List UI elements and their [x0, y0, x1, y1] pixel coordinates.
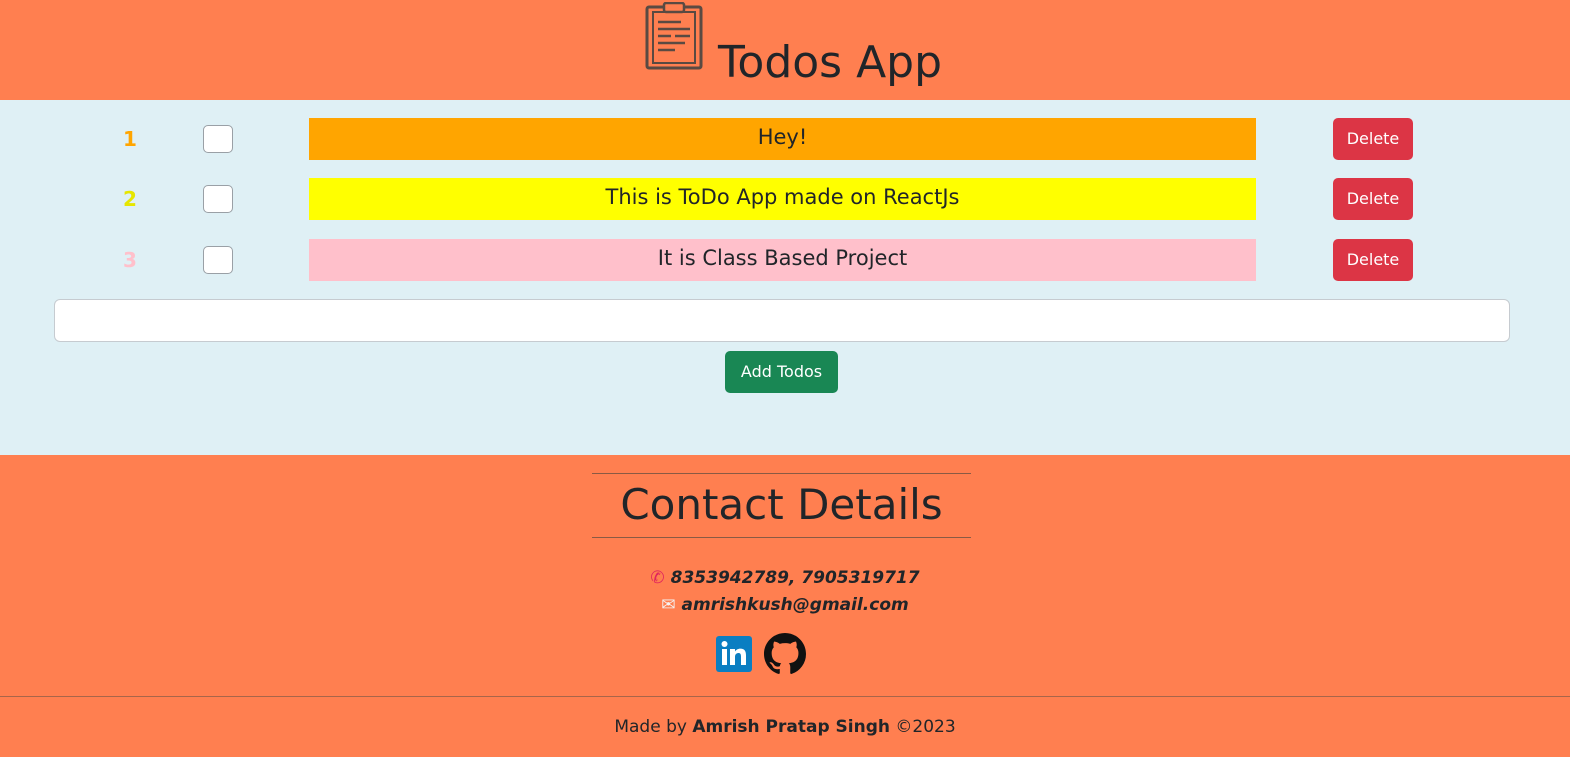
- author-name: Amrish Pratap Singh: [692, 717, 890, 737]
- delete-button[interactable]: Delete: [1333, 178, 1413, 220]
- add-todos-button[interactable]: Add Todos: [725, 351, 838, 393]
- phone-line: ✆ 8353942789, 7905319717: [0, 568, 1570, 588]
- email-address: amrishkush@gmail.com: [681, 595, 909, 615]
- footer-divider: [0, 696, 1570, 697]
- new-todo-input[interactable]: [54, 299, 1510, 342]
- phone-numbers: 8353942789, 7905319717: [670, 568, 920, 588]
- credits: Made by Amrish Pratap Singh ©2023: [0, 717, 1570, 737]
- footer: Contact Details ✆ 8353942789, 7905319717 …: [0, 455, 1570, 757]
- todo-item: 1 Hey! Delete: [0, 118, 1570, 160]
- envelope-icon: ✉: [661, 595, 676, 615]
- github-icon[interactable]: [764, 633, 806, 675]
- todo-text: It is Class Based Project: [309, 239, 1256, 281]
- credits-prefix: Made by: [614, 717, 687, 737]
- todo-item: 3 It is Class Based Project Delete: [0, 239, 1570, 281]
- linkedin-icon[interactable]: [716, 636, 752, 672]
- todo-list-area: 1 Hey! Delete 2 This is ToDo App made on…: [0, 100, 1570, 455]
- clipboard-icon: [645, 2, 703, 70]
- app-header: Todos App: [0, 0, 1570, 100]
- todo-text: This is ToDo App made on ReactJs: [309, 178, 1256, 220]
- email-line: ✉ amrishkush@gmail.com: [0, 595, 1570, 615]
- app-title: Todos App: [718, 37, 943, 88]
- contact-heading-box: Contact Details: [592, 473, 971, 538]
- delete-button[interactable]: Delete: [1333, 118, 1413, 160]
- copyright: ©2023: [895, 717, 956, 737]
- contact-title: Contact Details: [620, 480, 943, 529]
- todo-number: 1: [123, 127, 137, 151]
- todo-item: 2 This is ToDo App made on ReactJs Delet…: [0, 178, 1570, 220]
- delete-button[interactable]: Delete: [1333, 239, 1413, 281]
- phone-icon: ✆: [650, 568, 665, 588]
- todo-number: 3: [123, 248, 137, 272]
- todo-checkbox[interactable]: [203, 125, 233, 153]
- todo-checkbox[interactable]: [203, 246, 233, 274]
- todo-text: Hey!: [309, 118, 1256, 160]
- todo-checkbox[interactable]: [203, 185, 233, 213]
- todo-number: 2: [123, 187, 137, 211]
